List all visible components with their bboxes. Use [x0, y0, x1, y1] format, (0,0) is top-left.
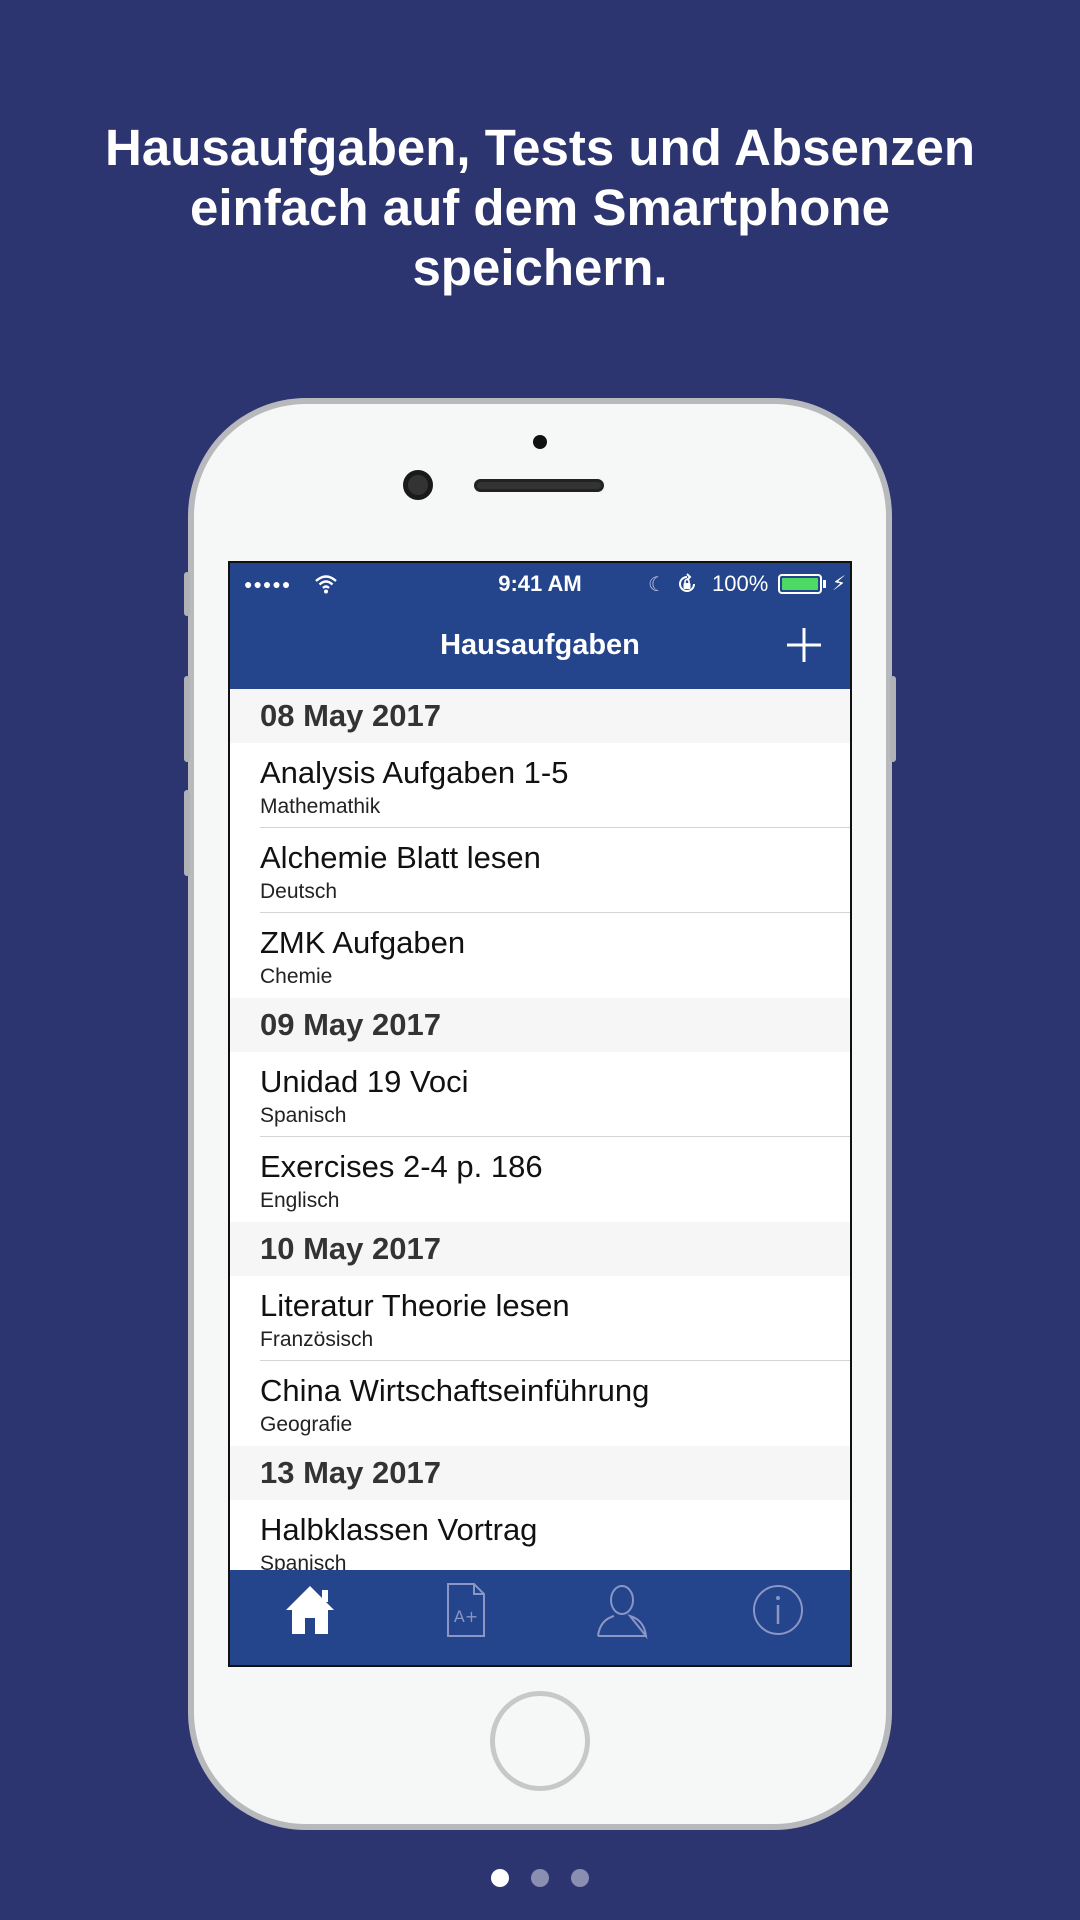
homework-title: Exercises 2-4 p. 186: [260, 1149, 543, 1184]
homework-title: Halbklassen Vortrag: [260, 1512, 538, 1547]
homework-title: Alchemie Blatt lesen: [260, 840, 541, 875]
homework-title: ZMK Aufgaben: [260, 925, 466, 960]
headline: Hausaufgaben, Tests und Absenzen einfach…: [0, 118, 1080, 298]
homework-row[interactable]: Exercises 2-4 p. 186 Englisch: [230, 1137, 850, 1222]
homework-row[interactable]: Analysis Aufgaben 1-5 Mathemathik: [230, 743, 850, 828]
homework-subject: Englisch: [260, 1189, 340, 1212]
battery-percentage: 100%: [712, 571, 769, 596]
section-header-date: 10 May 2017: [230, 1222, 850, 1276]
navigation-bar: ●●●●● 9:41 AM ☾ 100% ⚡ Hausaufgaben: [230, 563, 850, 689]
homework-row[interactable]: Literatur Theorie lesen Französisch: [230, 1276, 850, 1361]
page-indicator[interactable]: [0, 1869, 1080, 1892]
homework-row[interactable]: Unidad 19 Voci Spanisch: [230, 1052, 850, 1137]
volume-up-button: [184, 676, 190, 762]
do-not-disturb-moon-icon: ☾: [648, 574, 666, 596]
home-button[interactable]: [490, 1691, 590, 1791]
app-screen: ●●●●● 9:41 AM ☾ 100% ⚡ Hausaufgaben 08 M…: [228, 561, 852, 1667]
homework-title: China Wirtschaftseinführung: [260, 1373, 650, 1408]
homework-subject: Deutsch: [260, 880, 338, 903]
front-camera-icon: [403, 470, 433, 500]
svg-text:A+: A+: [454, 1607, 478, 1626]
plus-icon[interactable]: [784, 625, 824, 665]
homework-subject: Geografie: [260, 1413, 353, 1436]
home-icon[interactable]: [280, 1580, 340, 1640]
battery-icon: [778, 574, 822, 594]
page-dot[interactable]: [491, 1869, 509, 1887]
mute-switch: [184, 572, 190, 616]
page-title: Hausaufgaben: [440, 629, 640, 661]
homework-title: Analysis Aufgaben 1-5: [260, 755, 569, 790]
charging-bolt-icon: ⚡: [832, 573, 847, 595]
headline-line-2: einfach auf dem Smartphone: [190, 179, 890, 236]
volume-down-button: [184, 790, 190, 876]
page-dot[interactable]: [571, 1869, 589, 1887]
homework-row[interactable]: ZMK Aufgaben Chemie: [230, 913, 850, 998]
homework-title: Unidad 19 Voci: [260, 1064, 469, 1099]
page-dot[interactable]: [531, 1869, 549, 1887]
section-header-date: 13 May 2017: [230, 1446, 850, 1500]
rotation-lock-icon: [679, 573, 695, 592]
proximity-sensor: [533, 435, 547, 449]
homework-row[interactable]: China Wirtschaftseinführung Geografie: [230, 1361, 850, 1446]
homework-list: 08 May 2017 Analysis Aufgaben 1-5 Mathemat…: [230, 689, 850, 1585]
info-icon[interactable]: [748, 1580, 808, 1640]
person-icon[interactable]: [592, 1580, 652, 1640]
grade-document-icon[interactable]: A+: [436, 1580, 496, 1640]
headline-line-1: Hausaufgaben, Tests und Absenzen: [105, 119, 975, 176]
battery-tip: [823, 580, 826, 588]
section-header-date: 09 May 2017: [230, 998, 850, 1052]
homework-subject: Chemie: [260, 965, 333, 988]
power-button: [890, 676, 896, 762]
tab-bar: A+: [230, 1570, 850, 1665]
homework-row[interactable]: Alchemie Blatt lesen Deutsch: [230, 828, 850, 913]
homework-subject: Spanisch: [260, 1104, 347, 1127]
earpiece-speaker: [474, 479, 604, 492]
homework-title: Literatur Theorie lesen: [260, 1288, 570, 1323]
homework-subject: Französisch: [260, 1328, 374, 1351]
section-header-date: 08 May 2017: [230, 689, 850, 743]
headline-line-3: speichern.: [412, 239, 668, 296]
status-bar: ●●●●● 9:41 AM ☾ 100% ⚡: [230, 563, 850, 603]
homework-subject: Mathemathik: [260, 795, 381, 818]
